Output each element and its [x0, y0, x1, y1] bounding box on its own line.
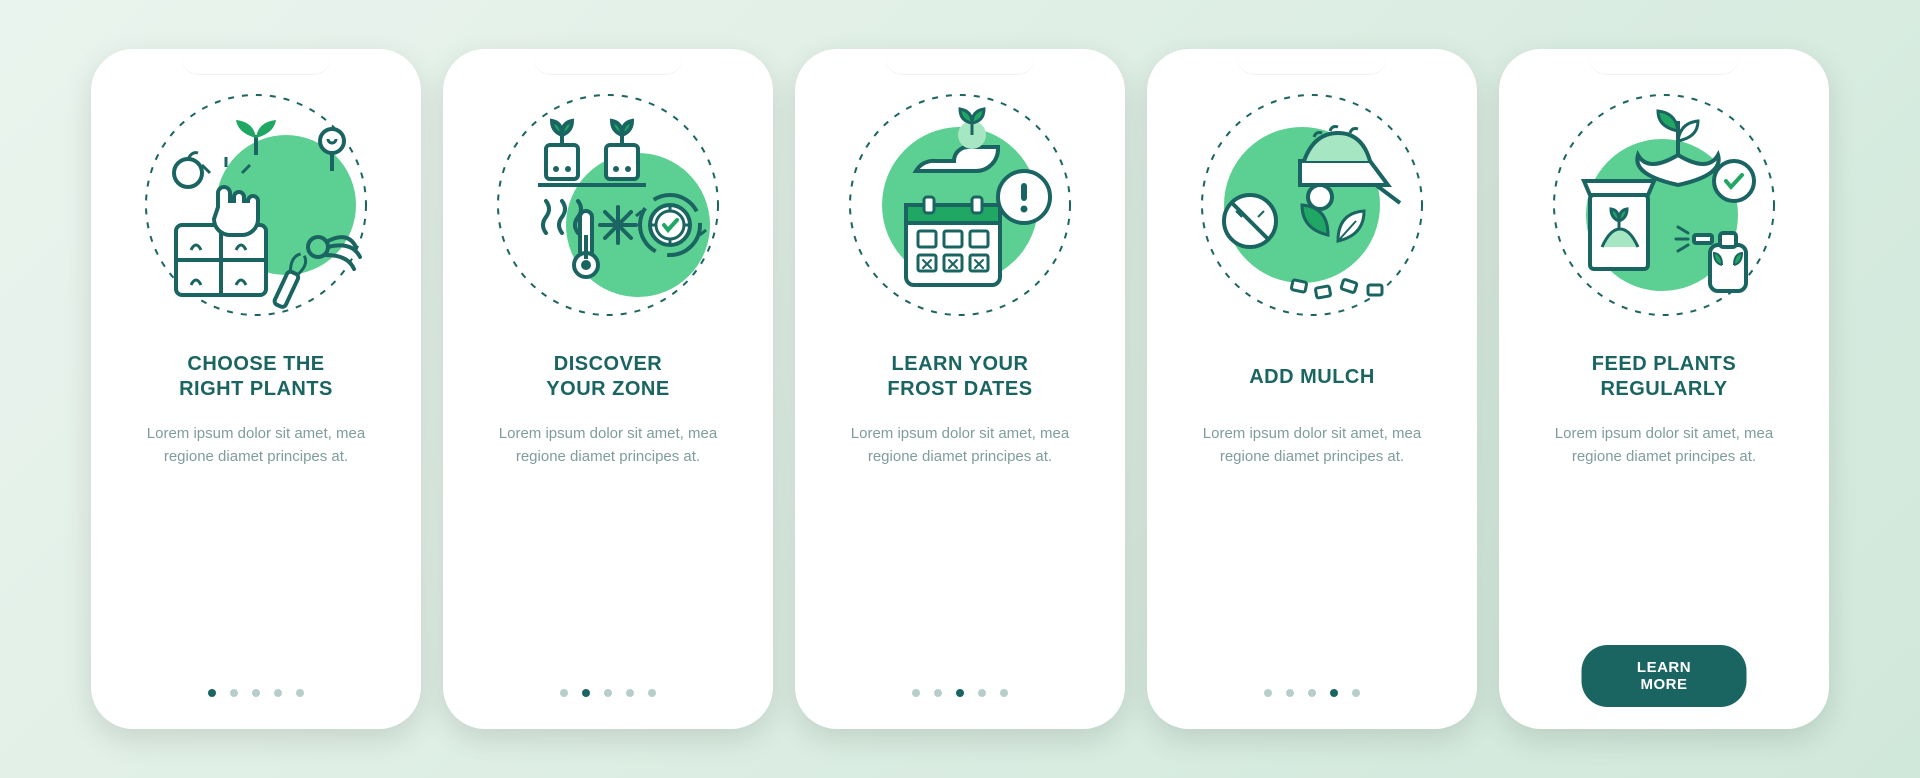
choose-plants-icon: [136, 85, 376, 325]
dot-4[interactable]: [978, 689, 986, 697]
phone-notch: [533, 49, 683, 75]
dot-4[interactable]: [1330, 689, 1338, 697]
dot-5[interactable]: [296, 689, 304, 697]
feed-plants-icon: [1544, 85, 1784, 325]
dot-2[interactable]: [934, 689, 942, 697]
dot-5[interactable]: [1000, 689, 1008, 697]
screen-body: Lorem ipsum dolor sit amet, mea regione …: [490, 423, 726, 468]
dot-4[interactable]: [274, 689, 282, 697]
dot-3[interactable]: [956, 689, 964, 697]
screen-title: ADD MULCH: [1249, 349, 1375, 405]
dot-2[interactable]: [1286, 689, 1294, 697]
page-indicator: [208, 689, 304, 697]
page-indicator: [560, 689, 656, 697]
dot-2[interactable]: [230, 689, 238, 697]
onboarding-screen-5: FEED PLANTS REGULARLY Lorem ipsum dolor …: [1499, 49, 1829, 729]
discover-zone-icon: [488, 85, 728, 325]
phone-notch: [1237, 49, 1387, 75]
onboarding-screen-1: CHOOSE THE RIGHT PLANTS Lorem ipsum dolo…: [91, 49, 421, 729]
phone-notch: [181, 49, 331, 75]
dot-1[interactable]: [912, 689, 920, 697]
dot-3[interactable]: [1308, 689, 1316, 697]
page-indicator: [1264, 689, 1360, 697]
phone-notch: [1589, 49, 1739, 75]
dot-5[interactable]: [648, 689, 656, 697]
dot-2[interactable]: [582, 689, 590, 697]
phone-notch: [885, 49, 1035, 75]
page-indicator: [912, 689, 1008, 697]
screen-body: Lorem ipsum dolor sit amet, mea regione …: [842, 423, 1078, 468]
add-mulch-icon: [1192, 85, 1432, 325]
onboarding-screen-3: LEARN YOUR FROST DATES Lorem ipsum dolor…: [795, 49, 1125, 729]
dot-5[interactable]: [1352, 689, 1360, 697]
screen-title: FEED PLANTS REGULARLY: [1592, 349, 1736, 405]
onboarding-screen-2: DISCOVER YOUR ZONE Lorem ipsum dolor sit…: [443, 49, 773, 729]
dot-1[interactable]: [560, 689, 568, 697]
screen-body: Lorem ipsum dolor sit amet, mea regione …: [138, 423, 374, 468]
screen-body: Lorem ipsum dolor sit amet, mea regione …: [1546, 423, 1782, 468]
learn-more-button[interactable]: LEARN MORE: [1582, 645, 1747, 707]
screen-title: DISCOVER YOUR ZONE: [546, 349, 669, 405]
screen-title: LEARN YOUR FROST DATES: [887, 349, 1032, 405]
dot-4[interactable]: [626, 689, 634, 697]
onboarding-screen-4: ADD MULCH Lorem ipsum dolor sit amet, me…: [1147, 49, 1477, 729]
onboarding-row: CHOOSE THE RIGHT PLANTS Lorem ipsum dolo…: [91, 49, 1829, 729]
frost-dates-icon: [840, 85, 1080, 325]
screen-title: CHOOSE THE RIGHT PLANTS: [179, 349, 333, 405]
screen-body: Lorem ipsum dolor sit amet, mea regione …: [1194, 423, 1430, 468]
dot-1[interactable]: [208, 689, 216, 697]
dot-3[interactable]: [604, 689, 612, 697]
dot-1[interactable]: [1264, 689, 1272, 697]
dot-3[interactable]: [252, 689, 260, 697]
